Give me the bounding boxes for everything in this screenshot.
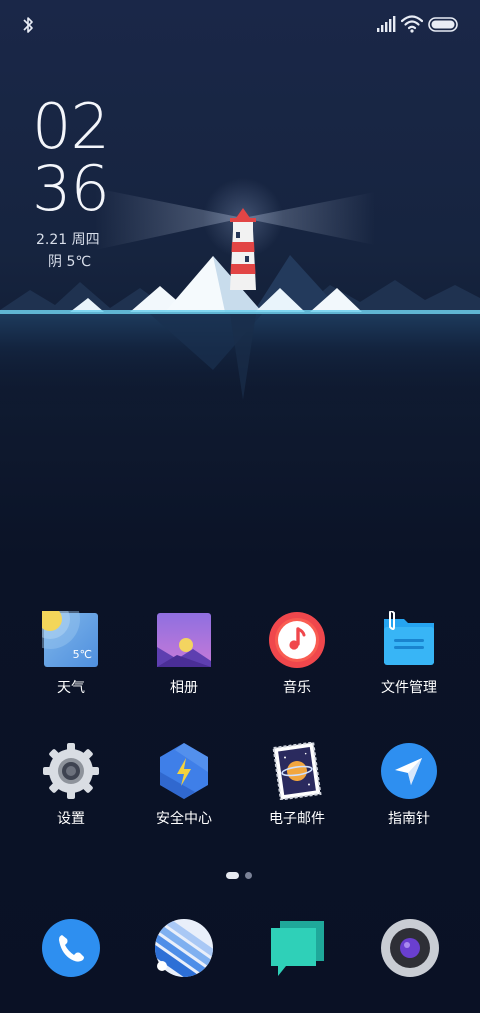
- app-label: 设置: [57, 811, 85, 827]
- file-manager-icon: [384, 611, 434, 665]
- app-label: 指南针: [388, 811, 430, 827]
- settings-icon: [43, 743, 99, 799]
- app-label: 电子邮件: [269, 811, 325, 827]
- app-label: 安全中心: [156, 811, 212, 827]
- app-label: 音乐: [283, 680, 311, 696]
- wallpaper-lighthouse: [0, 178, 480, 410]
- clock-hours[interactable]: 02: [32, 96, 110, 158]
- music-icon: [269, 612, 325, 668]
- app-label: 天气: [57, 680, 85, 696]
- bluetooth-icon: [23, 17, 33, 33]
- phone-icon[interactable]: [41, 918, 101, 978]
- page-dot[interactable]: [245, 872, 252, 879]
- page-indicator[interactable]: [222, 871, 258, 881]
- status-bar: [0, 0, 480, 50]
- wifi-icon: [401, 15, 423, 33]
- messages-icon[interactable]: [268, 918, 328, 978]
- weather-icon: 5℃: [42, 611, 98, 667]
- security-icon: [160, 743, 208, 799]
- email-icon: [272, 742, 322, 800]
- weather-badge: 5℃: [73, 648, 92, 661]
- battery-icon: [428, 17, 458, 32]
- page-dot-active[interactable]: [226, 872, 239, 879]
- gallery-icon: [157, 613, 211, 667]
- browser-icon[interactable]: [154, 918, 214, 978]
- camera-icon[interactable]: [380, 918, 440, 978]
- compass-icon: [381, 743, 437, 799]
- signal-icon: [377, 16, 396, 32]
- app-label: 文件管理: [381, 680, 437, 696]
- app-label: 相册: [170, 680, 198, 696]
